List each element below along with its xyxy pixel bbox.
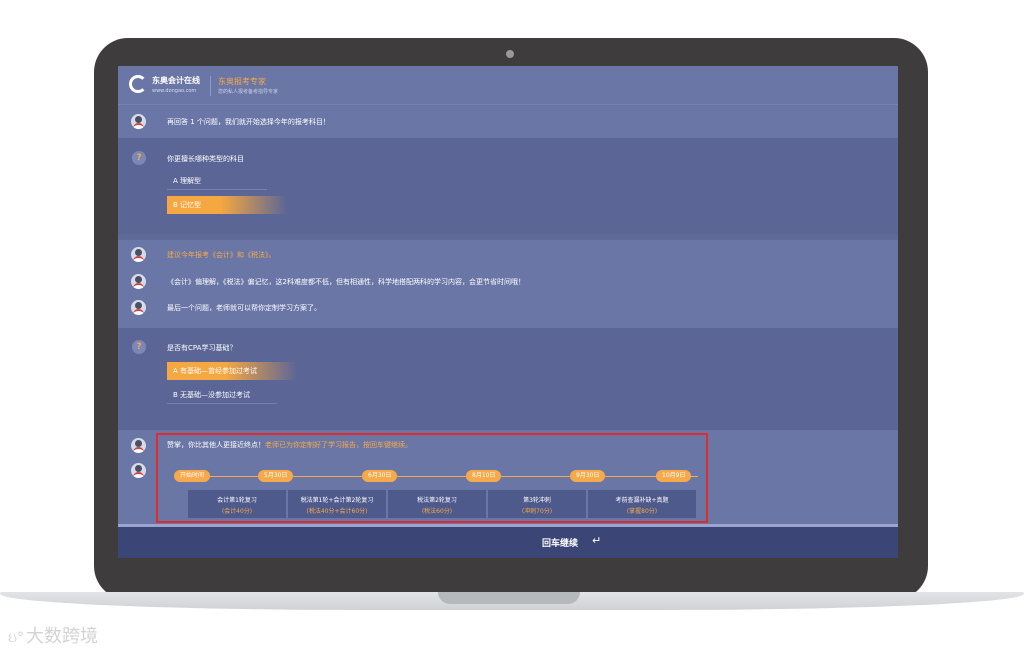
phase-title: 税法第1轮+会计第2轮复习 [300,497,374,504]
advice-line-1: 建议今年报考《会计》和《税法》。 [167,251,276,259]
phase-card: 会计第1轮复习 (会计40分) [188,490,286,518]
phase-score: (税法60分) [421,508,453,515]
option-b-memory[interactable]: B 记忆型 [167,196,287,214]
watermark-logo-icon: ઇ° [8,630,25,646]
phase-score: (税法40分+会计60分) [306,508,368,515]
milestone-start: 开始时间 [174,470,211,482]
continue-button[interactable]: 回车继续 [542,536,578,549]
header-bar: 东奥会计在线 www.dongao.com 东奥报考专家 您的私人报考备考指导专… [118,66,898,105]
advice-block: 建议今年报考《会计》和《税法》。 《会计》偏理解，《税法》偏记忆，这2科难度都不… [118,240,898,328]
option-a-has-foundation[interactable]: A 有基础—曾经参加过考试 [167,362,297,380]
question-icon: ? [132,151,146,165]
question-block-1: ? 你更擅长哪种类型的科目 A 理解型 B 记忆型 [118,138,898,234]
divider [210,76,211,96]
option-b-no-foundation[interactable]: B 无基础—没参加过考试 [167,386,277,404]
phase-card: 税法第1轮+会计第2轮复习 (税法40分+会计60分) [288,490,386,518]
advice-line-3: 最后一个问题，老师就可以帮你定制学习方案了。 [167,304,321,312]
phase-title: 税法第2轮复习 [417,497,457,504]
phase-score: (掌握80分) [626,508,658,515]
brand-subtitle: 您的私人报考备考指导专家 [218,89,279,95]
phase-title: 第3轮冲刺 [523,497,551,504]
footer-bar [118,527,898,558]
watermark-text: 大数跨境 [26,626,99,647]
milestone-may-30: 5月30日 [258,470,294,482]
advice-line-2: 《会计》偏理解，《税法》偏记忆，这2科难度都不低，但有相通性，科学地搭配两科的学… [167,278,525,286]
teacher-avatar [131,300,146,315]
chat-row-intro: 再回答 1 个问题，我们就开始选择今年的报考科目！ [118,105,898,138]
brand-url: www.dongao.com [152,88,197,94]
milestone-aug-10: 8月10日 [466,470,502,482]
timeline-line [178,476,698,477]
option-a-understanding[interactable]: A 理解型 [167,172,267,190]
question-icon: ? [132,340,146,354]
phase-card: 第3轮冲刺 (冲刺70分) [488,490,586,518]
milestone-oct-9: 10月9日 [656,470,692,482]
phase-score: (冲刺70分) [521,508,553,515]
phase-title: 会计第1轮复习 [217,497,257,504]
teacher-avatar [131,438,146,453]
enter-key-icon[interactable]: ↵ [592,534,601,547]
teacher-avatar [131,247,146,262]
watermark: ઇ° 大数跨境 [8,622,98,648]
phase-card: 税法第2轮复习 (税法60分) [388,490,486,518]
question-block-2: ? 是否有CPA学习基础？ A 有基础—曾经参加过考试 B 无基础—没参加过考试 [118,328,898,430]
phase-title: 考前查漏补缺+真题 [615,497,669,504]
phase-card: 考前查漏补缺+真题 (掌握80分) [588,490,696,518]
brand-title: 东奥报考专家 [218,77,266,86]
milestone-sep-30: 9月30日 [570,470,606,482]
brand-name: 东奥会计在线 [152,76,200,85]
question-1-text: 你更擅长哪种类型的科目 [167,155,244,163]
camera-icon [506,50,514,58]
teacher-avatar [131,114,146,129]
teacher-avatar [131,463,146,478]
intro-message: 再回答 1 个问题，我们就开始选择今年的报考科目！ [167,118,330,126]
milestone-jun-30: 6月30日 [362,470,398,482]
app-screen: 东奥会计在线 www.dongao.com 东奥报考专家 您的私人报考备考指导专… [118,66,898,558]
laptop-notch [438,592,580,604]
phase-score: (会计40分) [221,508,253,515]
question-2-text: 是否有CPA学习基础？ [167,344,237,352]
logo-icon [129,75,147,93]
teacher-avatar [131,274,146,289]
